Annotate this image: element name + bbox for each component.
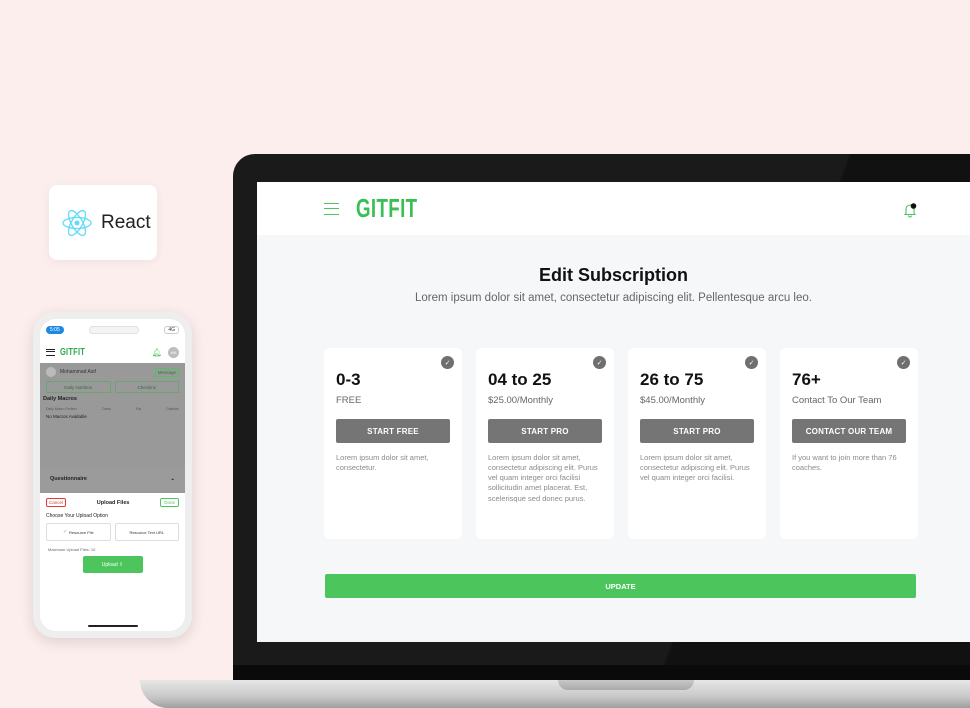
menu-icon[interactable] [324, 202, 339, 215]
phone-mockup: 5:05 4G GITFIT 🔔︎ MA Mohammad Asif Messa… [33, 312, 192, 638]
page-title: Edit Subscription [538, 265, 688, 285]
phone-tab-checkins[interactable]: Checkins [114, 381, 179, 393]
phone-avatar[interactable]: MA [168, 346, 179, 358]
check-icon: ✓ [897, 356, 910, 369]
phone-option-url[interactable]: Resource Text URL [114, 523, 179, 541]
phone-home-indicator [88, 625, 138, 627]
plan-description: Lorem ipsum dolor sit amet, consectetur … [640, 453, 750, 483]
laptop-hinge [233, 665, 970, 680]
update-button[interactable]: UPDATE [325, 574, 916, 598]
phone-dimmed-content: Mohammad Asif Message Daily Nutrition Ch… [40, 363, 185, 493]
phone-logo: GITFIT [60, 346, 86, 358]
phone-done-button[interactable]: Done [160, 498, 179, 507]
phone-questionnaire-label: Questionnaire [50, 476, 87, 482]
plan-description: Lorem ipsum dolor sit amet, consectetur … [488, 453, 598, 503]
phone-upload-options: ✓ Resource File Resource Text URL [40, 523, 185, 541]
phone-status-bar: 5:05 4G [40, 319, 185, 341]
phone-upload-sheet: Cancel Upload Files Done Choose Your Upl… [40, 493, 185, 631]
phone-sheet-header: Cancel Upload Files Done [40, 493, 185, 512]
phone-col: Daily Macro Protein [46, 407, 77, 411]
phone-user-avatar [46, 367, 56, 377]
check-icon: ✓ [441, 356, 454, 369]
laptop-notch [558, 680, 694, 690]
phone-upload-button[interactable]: Upload ⇧ [82, 556, 143, 573]
phone-time: 5:05 [46, 326, 64, 334]
phone-daily-macros-title: Daily Macros [43, 396, 77, 402]
phone-option-file[interactable]: ✓ Resource File [46, 523, 111, 541]
phone-signal: 4G [164, 326, 179, 334]
phone-header: GITFIT 🔔︎ MA [40, 341, 185, 363]
phone-menu-icon[interactable] [46, 348, 55, 356]
plan-range: 26 to 75 [640, 370, 704, 389]
plan-card[interactable]: ✓ 04 to 25 $25.00/Monthly START PRO Lore… [476, 348, 614, 539]
phone-bell-icon[interactable]: 🔔︎ [152, 348, 162, 357]
react-label: React [101, 211, 151, 233]
phone-tab-nutrition[interactable]: Daily Nutrition [46, 381, 111, 393]
phone-col: Carbs [101, 407, 111, 411]
chevron-down-icon: ⌄ [170, 476, 175, 482]
phone-screen: 5:05 4G GITFIT 🔔︎ MA Mohammad Asif Messa… [40, 319, 185, 631]
plan-card[interactable]: ✓ 26 to 75 $45.00/Monthly START PRO Lore… [628, 348, 766, 539]
phone-max-files: Maximum Upload Files: 10 [48, 547, 96, 552]
phone-cancel-button[interactable]: Cancel [46, 498, 67, 507]
phone-choose-label: Choose Your Upload Option [46, 513, 108, 519]
react-atom-icon [62, 209, 92, 236]
app-header: GITFIT [257, 182, 970, 235]
check-icon: ✓ [593, 356, 606, 369]
phone-tabs: Daily Nutrition Checkins [40, 381, 185, 393]
phone-message-button[interactable]: Message [154, 367, 179, 377]
start-pro-button[interactable]: START PRO [640, 419, 754, 443]
plan-description: Lorem ipsum dolor sit amet, consectetur. [336, 453, 429, 473]
page-subtitle: Lorem ipsum dolor sit amet, consectetur … [415, 292, 812, 304]
phone-col: Fat [136, 407, 142, 411]
phone-sheet-title: Upload Files [96, 499, 130, 506]
phone-macro-columns: Daily Macro Protein Carbs Fat Calories [40, 405, 185, 413]
plan-cards: ✓ 0-3 FREE START FREE Lorem ipsum dolor … [324, 348, 918, 539]
plan-price: Contact To Our Team [792, 395, 882, 406]
plan-card[interactable]: ✓ 0-3 FREE START FREE Lorem ipsum dolor … [324, 348, 462, 539]
plan-price: $25.00/Monthly [488, 395, 553, 406]
plan-range: 04 to 25 [488, 370, 552, 389]
check-icon: ✓ [745, 356, 758, 369]
check-icon: ✓ [62, 529, 67, 535]
start-free-button[interactable]: START FREE [336, 419, 450, 443]
phone-option-file-label: Resource File [69, 529, 94, 535]
app-logo: GITFIT [356, 193, 418, 223]
plan-price: $45.00/Monthly [640, 395, 705, 406]
plan-card[interactable]: ✓ 76+ Contact To Our Team CONTACT OUR TE… [780, 348, 918, 539]
react-badge: React [49, 185, 157, 260]
plan-description: If you want to join more than 76 coaches… [792, 453, 897, 473]
contact-team-button[interactable]: CONTACT OUR TEAM [792, 419, 906, 443]
bell-icon[interactable] [903, 202, 917, 218]
laptop-screen: GITFIT Edit Subscription Lorem ipsum dol… [257, 182, 970, 642]
upload-icon: ⇧ [119, 561, 124, 568]
phone-user-name: Mohammad Asif [60, 369, 96, 375]
phone-upload-label: Upload [101, 561, 118, 568]
start-pro-button[interactable]: START PRO [488, 419, 602, 443]
phone-col: Calories [166, 407, 179, 411]
phone-user-row: Mohammad Asif Message [40, 363, 185, 381]
laptop-base [140, 680, 970, 708]
phone-questionnaire-row[interactable]: Questionnaire ⌄ [40, 467, 185, 491]
phone-notch [89, 326, 140, 334]
phone-no-macros: No Macros Available [46, 414, 87, 419]
plan-range: 0-3 [336, 370, 361, 389]
plan-price: FREE [336, 395, 362, 406]
plan-range: 76+ [792, 370, 821, 389]
